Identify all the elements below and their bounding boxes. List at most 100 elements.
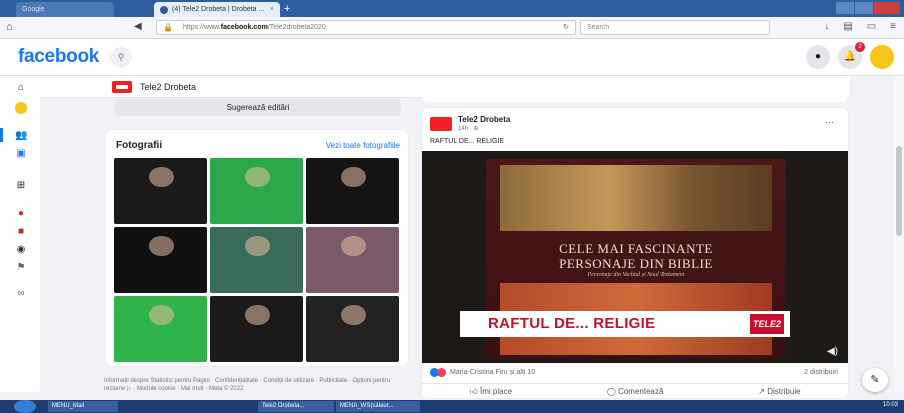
page-title[interactable]: Tele2 Drobeta xyxy=(140,82,196,92)
scrollbar-thumb[interactable] xyxy=(896,146,902,236)
menu-grid-icon[interactable]: ⊞ xyxy=(15,180,27,192)
browser-tools: ↓ ▤ ▭ ≡ xyxy=(824,21,896,32)
reactions-summary[interactable]: Maria-Cristina Firu și alți 10 xyxy=(430,368,535,377)
friends-icon[interactable]: 👥 xyxy=(15,130,27,142)
notification-badge: 2 xyxy=(855,42,865,52)
start-button[interactable] xyxy=(14,400,36,413)
post-author-logo[interactable] xyxy=(430,117,452,131)
book-title-line-2: PERSONAJE DIN BIBLIE xyxy=(559,256,713,271)
post-actions: 👍︎ Îmi place ◯ Comentează ↗ Distribuie xyxy=(422,383,848,397)
lower-third-text: RAFTUL DE... RELIGIE xyxy=(488,315,656,332)
previous-post-bottom xyxy=(422,76,848,102)
close-window-button[interactable] xyxy=(874,2,900,14)
shares-count[interactable]: 2 distribuiri xyxy=(804,369,838,376)
messenger-icon[interactable]: ● xyxy=(806,45,830,69)
post-author[interactable]: Tele2 Drobeta xyxy=(458,115,510,124)
suggest-edits-button[interactable]: Sugerează editări xyxy=(115,99,401,116)
taskbar-clock: 10:03 xyxy=(882,402,898,408)
book-painting xyxy=(500,165,772,231)
share-label: Distribuie xyxy=(767,387,801,396)
maximize-button[interactable] xyxy=(855,2,873,14)
tv-channel-logo: TELE2 xyxy=(750,314,784,334)
new-tab-button[interactable]: + xyxy=(284,3,290,15)
share-button[interactable]: ↗ Distribuie xyxy=(758,387,800,397)
comment-label: Comentează xyxy=(618,387,664,396)
search-icon[interactable]: ⚲ xyxy=(110,47,132,67)
browser-tabstrip: Google (4) Tele2 Drobeta | Drobeta ... ×… xyxy=(0,0,904,17)
see-all-photos-link[interactable]: Vezi toate fotografiile xyxy=(326,141,400,150)
like-button[interactable]: 👍︎ Îmi place xyxy=(469,387,512,397)
post-more-icon[interactable]: ··· xyxy=(825,117,834,127)
photo-thumbnail[interactable] xyxy=(210,296,303,362)
photo-thumbnail[interactable] xyxy=(210,227,303,293)
tele2-logo-icon xyxy=(112,81,132,93)
watch-icon[interactable]: ▣ xyxy=(15,148,27,160)
shortcut-icon[interactable]: ■ xyxy=(15,226,27,238)
volume-icon[interactable]: ◀) xyxy=(827,346,838,357)
photo-thumbnail[interactable] xyxy=(210,158,303,224)
header-actions: ● 🔔 2 xyxy=(806,42,894,69)
love-reaction-icon xyxy=(437,368,446,377)
window-controls xyxy=(835,2,900,14)
post-text: RAFTUL DE... RELIGIE xyxy=(430,138,505,145)
tab-google[interactable]: Google xyxy=(16,2,114,17)
video-lower-third: RAFTUL DE... RELIGIE TELE2 xyxy=(460,311,790,337)
taskbar-item[interactable]: MENU_Mail xyxy=(48,401,118,412)
tab-google-label: Google xyxy=(22,6,45,13)
menu-icon[interactable]: ≡ xyxy=(890,21,896,32)
browser-navbar: ⌂ ◀ 🔒 https://www.facebook.com/Tele2drob… xyxy=(0,17,904,39)
like-icon: 👍︎ xyxy=(469,387,481,396)
profile-icon[interactable] xyxy=(15,102,27,114)
taskbar-item[interactable]: MENA_WS(cálaur... xyxy=(336,401,420,412)
photo-thumbnail[interactable] xyxy=(306,158,399,224)
notifications-icon[interactable]: 🔔 2 xyxy=(838,42,865,69)
sidebar-icon[interactable]: ▭ xyxy=(867,21,876,32)
rail-selected-indicator xyxy=(0,128,3,142)
page-scrollbar[interactable] xyxy=(894,76,904,392)
minimize-button[interactable] xyxy=(836,2,854,14)
reload-icon[interactable]: ↻ xyxy=(563,23,569,31)
close-tab-icon[interactable]: × xyxy=(270,6,274,13)
book-subtitle: Personaje din Vechiul și Noul Testament xyxy=(587,272,685,278)
share-icon: ↗ xyxy=(758,387,768,396)
tab-facebook[interactable]: (4) Tele2 Drobeta | Drobeta ... × xyxy=(154,2,280,17)
url-domain: facebook.com xyxy=(220,24,268,31)
page-footer: Informații despre Statistici pentru Pagi… xyxy=(104,378,391,392)
photo-thumbnail[interactable] xyxy=(114,227,207,293)
post-card: Tele2 Drobeta 14h · ⊕ ··· RAFTUL DE... R… xyxy=(422,108,848,398)
photo-grid xyxy=(114,158,402,362)
comment-button[interactable]: ◯ Comentează xyxy=(607,387,664,397)
url-prefix: https://www. xyxy=(183,24,221,31)
photos-card: Fotografii Vezi toate fotografiile xyxy=(106,130,408,366)
left-icon-rail: ⌂ 👥 ▣ ⊞ ● ■ ◉ ⚑ ∞ xyxy=(0,76,40,392)
link-icon[interactable]: ∞ xyxy=(15,288,27,300)
back-icon[interactable]: ◀ xyxy=(134,21,142,32)
os-taskbar: MENU_Mail Tele2 Drobeta... MENA_WS(cálau… xyxy=(0,400,904,413)
lock-icon: 🔒 xyxy=(163,23,173,32)
tab-facebook-label: (4) Tele2 Drobeta | Drobeta ... xyxy=(172,6,265,13)
taskbar-item[interactable]: Tele2 Drobeta... xyxy=(258,401,334,412)
photo-thumbnail[interactable] xyxy=(114,296,207,362)
post-timestamp[interactable]: 14h · ⊕ xyxy=(458,125,478,132)
search-placeholder: Search xyxy=(587,24,610,31)
browser-search-input[interactable]: Search xyxy=(580,20,770,35)
library-icon[interactable]: ▤ xyxy=(843,21,852,32)
url-path: /Tele2drobeta2020 xyxy=(267,24,326,31)
photos-title: Fotografii xyxy=(116,140,163,151)
photo-thumbnail[interactable] xyxy=(306,227,399,293)
comment-icon: ◯ xyxy=(606,387,619,396)
photo-thumbnail[interactable] xyxy=(306,296,399,362)
download-icon[interactable]: ↓ xyxy=(824,21,829,32)
home-icon[interactable]: ⌂ xyxy=(15,82,27,94)
reactions-text: Maria-Cristina Firu și alți 10 xyxy=(450,369,536,376)
photo-thumbnail[interactable] xyxy=(114,158,207,224)
url-bar[interactable]: 🔒 https://www.facebook.com/Tele2drobeta2… xyxy=(156,20,576,35)
avatar[interactable] xyxy=(870,45,894,69)
post-video[interactable]: CELE MAI FASCINANTE PERSONAJE DIN BIBLIE… xyxy=(422,151,848,363)
home-icon[interactable]: ⌂ xyxy=(6,21,13,33)
facebook-logo[interactable]: facebook xyxy=(18,46,99,68)
new-message-icon[interactable]: ✎ xyxy=(862,368,888,392)
pages-icon[interactable]: ⚑ xyxy=(15,262,27,274)
game-icon[interactable]: ◉ xyxy=(15,244,27,256)
group-icon[interactable]: ● xyxy=(15,208,27,220)
